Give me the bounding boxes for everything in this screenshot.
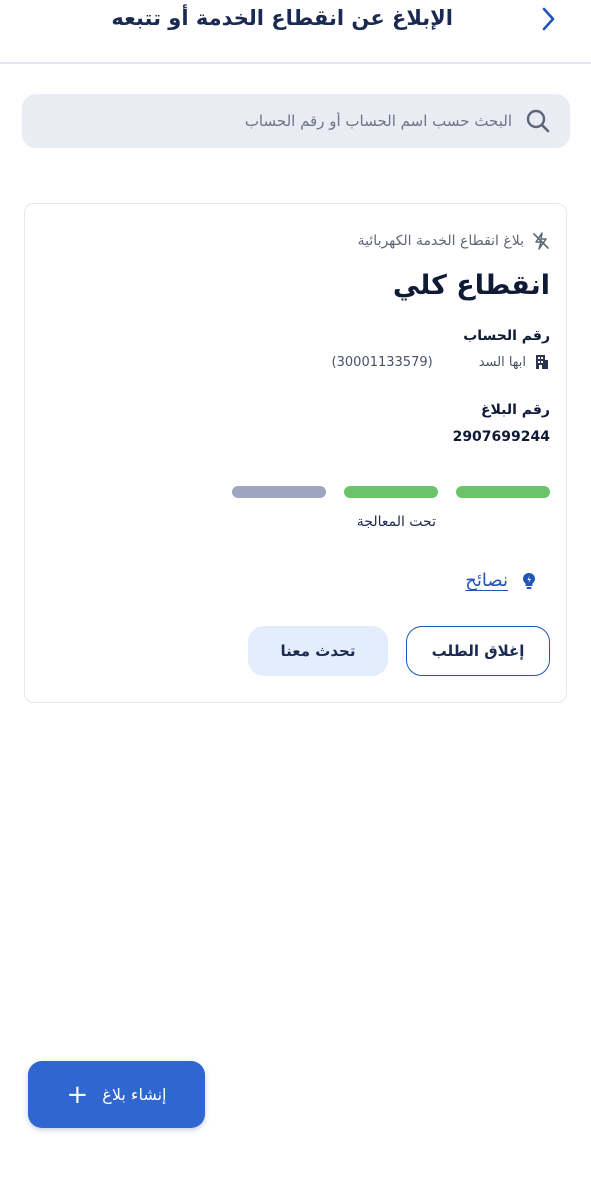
chevron-left-icon bbox=[542, 7, 555, 31]
search-bar[interactable] bbox=[22, 94, 570, 148]
back-button[interactable] bbox=[533, 2, 563, 36]
progress-step-pending bbox=[232, 486, 326, 498]
account-name: ابها السد bbox=[478, 354, 526, 370]
progress-tracker bbox=[232, 486, 550, 498]
ticket-number: 2907699244 bbox=[452, 429, 550, 445]
progress-step-done bbox=[344, 486, 438, 498]
lightbulb-icon bbox=[520, 571, 538, 591]
search-icon bbox=[524, 107, 552, 135]
report-type-label: بلاغ انقطاع الخدمة الكهربائية bbox=[357, 233, 524, 249]
talk-to-us-button[interactable]: تحدث معنا bbox=[248, 626, 388, 676]
app-header: الإبلاغ عن انقطاع الخدمة أو تتبعه bbox=[0, 0, 591, 64]
tips-link[interactable]: نصائح bbox=[465, 570, 538, 591]
account-label: رقم الحساب bbox=[463, 328, 550, 344]
ticket-label: رقم البلاغ bbox=[480, 402, 550, 418]
account-number: (30001133579) bbox=[331, 354, 433, 370]
create-report-button[interactable]: إنشاء بلاغ + bbox=[28, 1061, 205, 1128]
create-report-label: إنشاء بلاغ bbox=[102, 1085, 167, 1104]
search-input[interactable] bbox=[22, 112, 512, 130]
report-type: بلاغ انقطاع الخدمة الكهربائية bbox=[358, 232, 550, 250]
outage-report-card: بلاغ انقطاع الخدمة الكهربائية انقطاع كلي… bbox=[24, 203, 567, 703]
progress-step-done bbox=[456, 486, 550, 498]
page-title: الإبلاغ عن انقطاع الخدمة أو تتبعه bbox=[111, 6, 453, 30]
building-icon bbox=[534, 354, 550, 370]
close-request-button[interactable]: إغلاق الطلب bbox=[406, 626, 550, 676]
no-power-icon bbox=[532, 232, 550, 250]
tips-label: نصائح bbox=[465, 570, 508, 591]
plus-icon: + bbox=[66, 1079, 89, 1110]
progress-status: تحت المعالجة bbox=[356, 514, 436, 530]
account-info: ابها السد (30001133579) bbox=[332, 354, 550, 370]
report-title: انقطاع كلي bbox=[392, 270, 550, 301]
